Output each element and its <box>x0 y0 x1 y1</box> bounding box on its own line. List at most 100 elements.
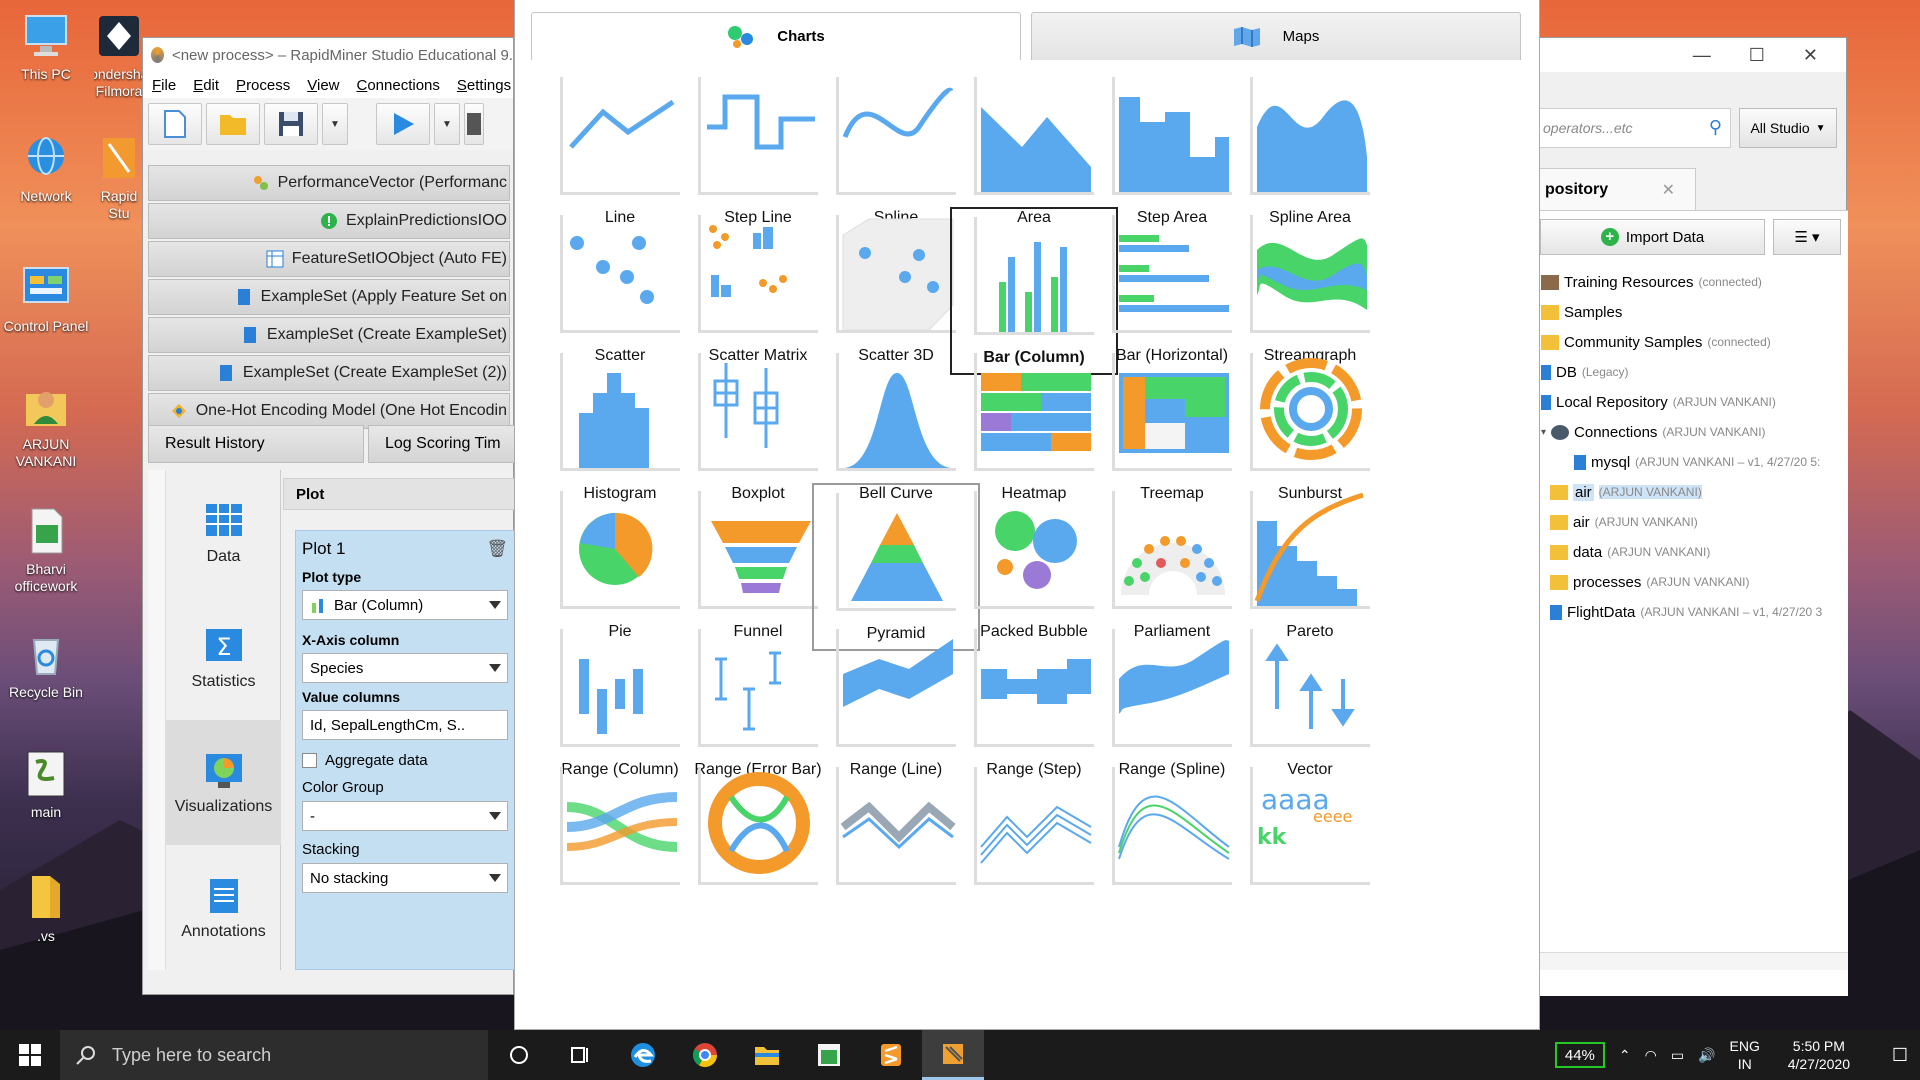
battery-indicator[interactable]: 44% <box>1554 1042 1605 1068</box>
desktop-icon-filmora[interactable]: Wondershare Filmora <box>94 10 144 100</box>
sidebar-scrollbar[interactable] <box>148 470 166 970</box>
language-indicator[interactable]: ENG IN <box>1730 1037 1760 1073</box>
desktop-icon-control-panel[interactable]: Control Panel <box>0 262 94 335</box>
tree-item-processes[interactable]: processes (ARJUN VANKANI) <box>1536 567 1848 597</box>
result-tab-featureset[interactable]: FeatureSetIOObject (Auto FE) <box>148 241 510 277</box>
tree-item-training-resources[interactable]: Training Resources (connected) <box>1536 267 1848 297</box>
desktop-icon-excel-file[interactable]: Bharvi officework <box>0 505 94 595</box>
menu-process[interactable]: Process <box>227 77 298 94</box>
desktop-icon-main-script[interactable]: main <box>0 748 94 821</box>
result-tab-exampleset-create[interactable]: ExampleSet (Create ExampleSet) <box>148 317 510 353</box>
tab-result-history[interactable]: Result History <box>148 425 364 463</box>
result-tab-exampleset-create-2[interactable]: ExampleSet (Create ExampleSet (2)) <box>148 355 510 391</box>
tree-item-air[interactable]: air (ARJUN VANKANI) <box>1536 507 1848 537</box>
desktop-icon-rapidminer[interactable]: Rapid Stu <box>94 132 144 222</box>
save-dropdown-button[interactable]: ▼ <box>322 103 348 145</box>
desktop-icon-this-pc[interactable]: This PC <box>0 10 94 83</box>
expand-arrow-icon[interactable]: ▾ <box>1541 427 1546 438</box>
result-tab-one-hot-encoding[interactable]: One-Hot Encoding Model (One Hot Encodin <box>148 393 510 429</box>
search-scope-dropdown[interactable]: All Studio ▼ <box>1739 108 1837 148</box>
horizontal-scrollbar[interactable] <box>1536 952 1848 970</box>
taskbar-excel-tool[interactable] <box>798 1030 860 1080</box>
chart-thumbnail-icon <box>1250 353 1370 471</box>
minimize-icon[interactable]: — <box>1693 45 1711 66</box>
sidebar-item-visualizations[interactable]: Visualizations <box>166 720 281 845</box>
save-process-button[interactable] <box>264 103 318 145</box>
chart-thumbnail-icon <box>1250 215 1370 333</box>
sidebar-item-annotations[interactable]: Annotations <box>166 845 281 970</box>
value-columns-select[interactable]: Id, SepalLengthCm, S.. <box>302 710 508 740</box>
tab-charts[interactable]: Charts <box>531 12 1021 60</box>
menu-view[interactable]: View <box>298 77 347 94</box>
chart-thumbnail-icon <box>836 629 956 747</box>
close-icon[interactable]: ✕ <box>1803 45 1818 66</box>
plot-header[interactable]: Plot <box>283 478 515 510</box>
aggregate-checkbox[interactable]: Aggregate data <box>302 752 508 769</box>
desktop-icon-recycle-bin[interactable]: Recycle Bin <box>0 628 94 701</box>
close-icon[interactable]: ✕ <box>1662 180 1675 200</box>
sidebar-item-data[interactable]: Data <box>166 470 281 595</box>
chart-option-item-35[interactable]: aaaa kk eeee <box>1226 759 1394 927</box>
sidebar-item-statistics[interactable]: Σ Statistics <box>166 595 281 720</box>
battery-plug-icon[interactable]: ▭ <box>1671 1047 1684 1064</box>
tree-item-community-samples[interactable]: Community Samples (connected) <box>1536 327 1848 357</box>
tree-item-db[interactable]: DB (Legacy) <box>1536 357 1848 387</box>
show-hidden-icons-chevron-icon[interactable]: ⌃ <box>1619 1047 1631 1064</box>
tree-item-samples[interactable]: Samples <box>1536 297 1848 327</box>
desktop-icon-user-folder[interactable]: ARJUN VANKANI <box>0 380 94 470</box>
tree-item-air-selected[interactable]: air (ARJUN VANKANI) <box>1536 477 1848 507</box>
desktop-icon-vs-folder[interactable]: .vs <box>0 872 94 945</box>
window-titlebar[interactable]: <new process> – RapidMiner Studio Educat… <box>143 38 513 72</box>
taskbar-rapidminer[interactable] <box>922 1030 984 1080</box>
plot-type-select[interactable]: Bar (Column) <box>302 590 508 620</box>
volume-icon[interactable]: 🔊 <box>1698 1047 1715 1064</box>
tree-item-connections[interactable]: ▾ Connections (ARJUN VANKANI) <box>1536 417 1848 447</box>
trash-icon[interactable]: 🗑 <box>486 539 508 559</box>
tab-repository[interactable]: pository ✕ <box>1536 168 1696 210</box>
taskbar-search-box[interactable]: Type here to search <box>60 1030 488 1080</box>
maximize-icon[interactable]: ☐ <box>1749 45 1765 66</box>
new-process-button[interactable] <box>148 103 202 145</box>
run-dropdown-button[interactable]: ▼ <box>434 103 460 145</box>
window-titlebar[interactable]: — ☐ ✕ <box>1536 38 1846 72</box>
taskbar-edge[interactable] <box>612 1030 674 1080</box>
search-icon[interactable]: ⚲ <box>1709 117 1722 138</box>
stacking-select[interactable]: No stacking <box>302 863 508 893</box>
cortana-button[interactable] <box>488 1030 550 1080</box>
x-axis-label: X-Axis column <box>302 632 400 648</box>
repository-menu-button[interactable]: ☰ ▾ <box>1773 219 1841 255</box>
tree-item-local-repository[interactable]: Local Repository (ARJUN VANKANI) <box>1536 387 1848 417</box>
desktop-icon-network[interactable]: Network <box>0 132 94 205</box>
tab-log-scoring[interactable]: Log Scoring Tim <box>368 425 515 463</box>
folder-icon <box>1550 514 1568 530</box>
checkbox-box[interactable] <box>302 753 317 768</box>
tree-item-mysql[interactable]: mysql (ARJUN VANKANI – v1, 4/27/20 5: <box>1536 447 1848 477</box>
x-axis-select[interactable]: Species <box>302 653 508 683</box>
start-button[interactable] <box>0 1030 60 1080</box>
notifications-icon[interactable]: ☐ <box>1892 1045 1908 1066</box>
stop-process-button[interactable] <box>464 103 484 145</box>
result-tab-exampleset-apply[interactable]: ExampleSet (Apply Feature Set on <box>148 279 510 315</box>
taskbar-file-explorer[interactable] <box>736 1030 798 1080</box>
taskbar-sublime[interactable] <box>860 1030 922 1080</box>
color-group-select[interactable]: - <box>302 801 508 831</box>
result-tab-explain-predictions[interactable]: ExplainPredictionsIOO <box>148 203 510 239</box>
taskbar: Type here to search 44% ⌃ ◠ ▭ 🔊 ENG IN 5… <box>0 1030 1920 1080</box>
taskbar-chrome[interactable] <box>674 1030 736 1080</box>
menu-settings[interactable]: Settings <box>448 77 513 94</box>
exampleset-icon <box>219 365 232 381</box>
menu-file[interactable]: File <box>143 77 184 94</box>
import-data-button[interactable]: + Import Data <box>1540 219 1765 255</box>
result-tab-performance-vector[interactable]: PerformanceVector (Performanc <box>148 165 510 201</box>
wifi-icon[interactable]: ◠ <box>1645 1047 1657 1064</box>
menu-edit[interactable]: Edit <box>184 77 227 94</box>
search-input[interactable]: operators...etc ⚲ <box>1536 108 1731 148</box>
tree-item-data[interactable]: data (ARJUN VANKANI) <box>1536 537 1848 567</box>
tab-maps[interactable]: Maps <box>1031 12 1521 60</box>
menu-connections[interactable]: Connections <box>348 77 448 94</box>
tree-item-flightdata[interactable]: FlightData (ARJUN VANKANI – v1, 4/27/20 3 <box>1536 597 1848 627</box>
run-process-button[interactable] <box>376 103 430 145</box>
open-process-button[interactable] <box>206 103 260 145</box>
clock[interactable]: 5:50 PM 4/27/2020 <box>1774 1037 1864 1073</box>
task-view-button[interactable] <box>550 1030 612 1080</box>
